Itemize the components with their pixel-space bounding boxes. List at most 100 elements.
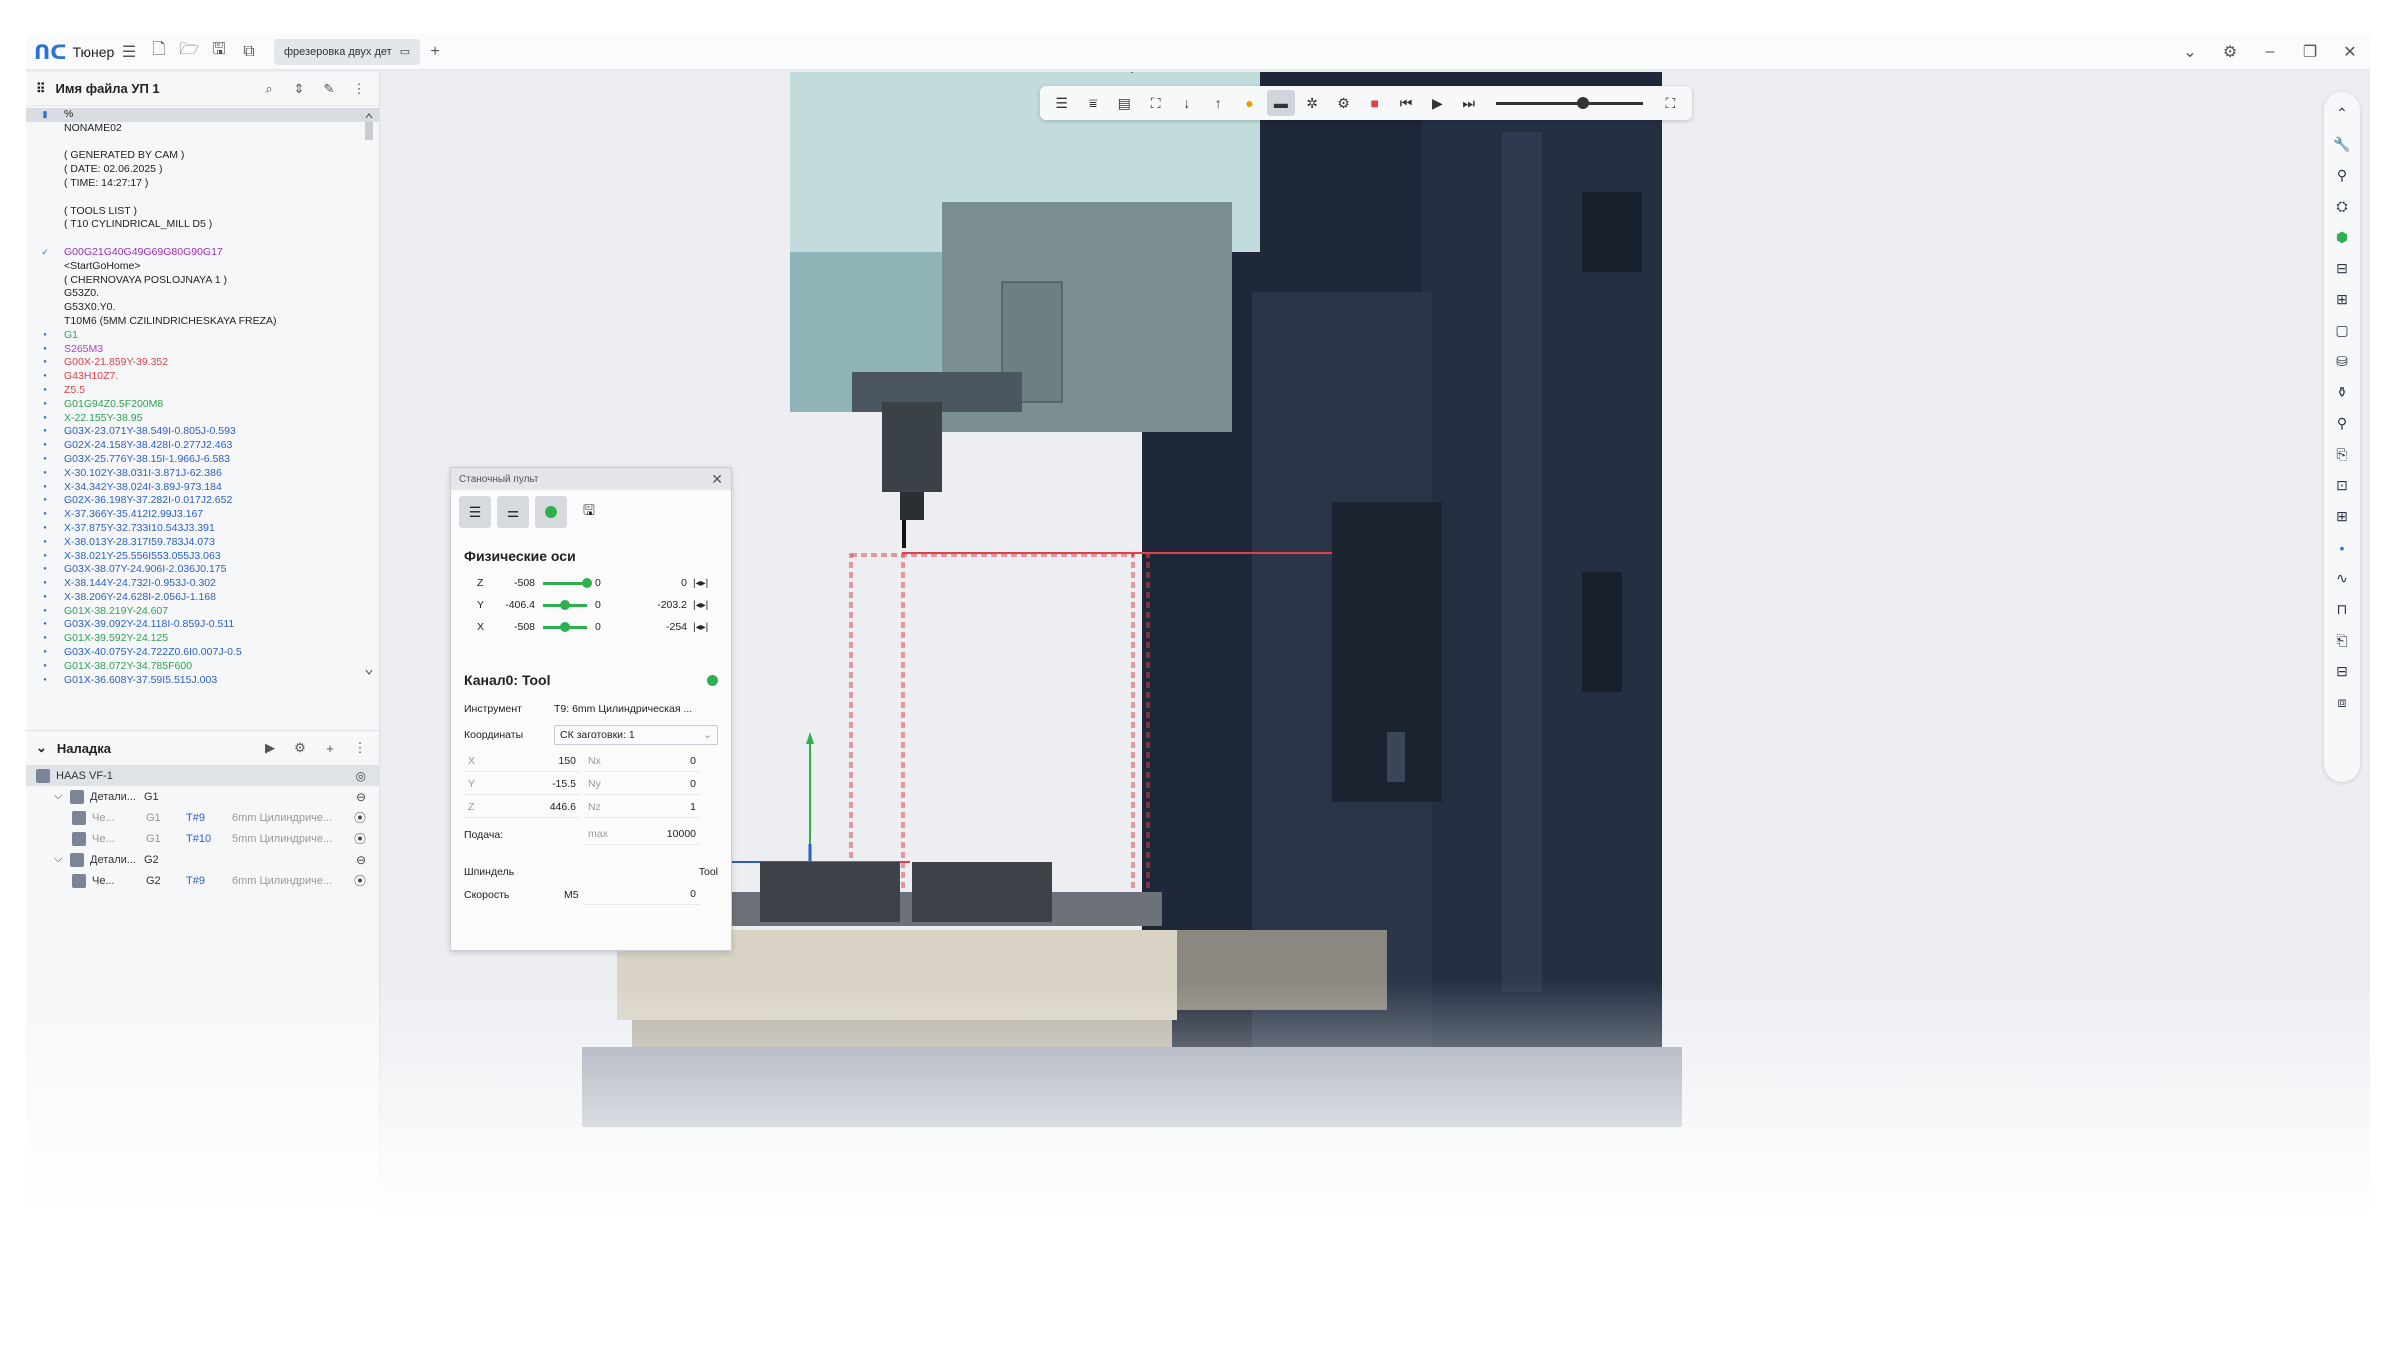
code-line[interactable]: ( TOOLS LIST )	[26, 205, 380, 219]
target-icon[interactable]: ⊖	[356, 853, 366, 867]
code-line[interactable]: ● X-34.342Y-38.024I-3.89J-973.184	[26, 481, 380, 495]
axis-slider[interactable]	[543, 599, 587, 610]
code-line[interactable]: ( GENERATED BY CAM )	[26, 149, 380, 163]
save-icon[interactable]: 🖫	[573, 496, 605, 528]
tree-row[interactable]: HAAS VF-1 ◎	[26, 765, 380, 786]
code-line[interactable]: ● G03X-38.07Y-24.906I-2.036J0.175	[26, 563, 380, 577]
nc-code-list[interactable]: ▮% NONAME02 ( GENERATED BY CAM )( DATE: 02…	[26, 108, 380, 683]
code-line[interactable]: ● Z5.5	[26, 384, 380, 398]
code-line[interactable]: ● X-38.206Y-24.628I-2.056J-1.168	[26, 591, 380, 605]
grid-icon[interactable]: ⊞	[2328, 501, 2356, 532]
settings-icon[interactable]: ⚙	[2210, 34, 2250, 70]
code-line[interactable]: ● G01X-36.608Y-37.59I5.515J.003	[26, 674, 380, 683]
code-line[interactable]: ● X-37.875Y-32.733I10.543J3.391	[26, 522, 380, 536]
slider-knob[interactable]	[1576, 96, 1589, 109]
skip-back-icon[interactable]: ⏮	[1392, 90, 1419, 116]
jog-icon[interactable]: |◂▸|	[693, 578, 708, 589]
gear-icon[interactable]: ⚙	[290, 740, 310, 756]
table-icon[interactable]: ▤	[1111, 90, 1138, 116]
code-line[interactable]: ( CHERNOVAYA POSLOJNAYA 1 )	[26, 274, 380, 288]
code-line[interactable]: ● G02X-24.158Y-38.428I-0.277J2.463	[26, 439, 380, 453]
code-line[interactable]: ( T10 CYLINDRICAL_MILL D5 )	[26, 218, 380, 232]
code-line[interactable]: ● G01G94Z0.5F200M8	[26, 398, 380, 412]
fixture-icon[interactable]: ⛭	[2328, 191, 2356, 222]
chevron-down-icon[interactable]: ⌵	[54, 790, 70, 803]
code-line[interactable]: ● X-22.155Y-38.95	[26, 412, 380, 426]
collision-icon[interactable]: ⊓	[2328, 594, 2356, 625]
chevron-down-icon[interactable]: ⌵	[54, 853, 70, 866]
holder-icon[interactable]: ⚲	[2328, 408, 2356, 439]
axis-position[interactable]: 0	[635, 577, 687, 589]
code-line[interactable]	[26, 191, 380, 205]
code-line[interactable]: ● X-37.366Y-35.412I2.99J3.167	[26, 508, 380, 522]
list-icon[interactable]: ☰	[459, 496, 491, 528]
machine-view-icon[interactable]: ▬	[1267, 90, 1295, 116]
code-line[interactable]: ● X-38.021Y-25.556I553.055J3.063	[26, 550, 380, 564]
align-icon[interactable]: ⩸	[1079, 90, 1106, 116]
frame-icon[interactable]: ▢	[2328, 315, 2356, 346]
new-file-icon[interactable]: 🗋	[144, 37, 174, 67]
code-line[interactable]	[26, 136, 380, 150]
code-line[interactable]: T10M6 (5MM CZILINDRICHESKAYA FREZA)	[26, 315, 380, 329]
code-line[interactable]: ● X-38.144Y-24.732I-0.953J-0.302	[26, 577, 380, 591]
play-icon[interactable]: ▶	[1424, 90, 1451, 116]
warning-icon[interactable]: ●	[1236, 90, 1263, 116]
more-icon[interactable]: ⋮	[350, 740, 370, 756]
step-up-icon[interactable]: ↑	[1205, 90, 1232, 116]
target-icon[interactable]: ⦿	[354, 872, 366, 889]
save-icon[interactable]: 🖫	[204, 37, 234, 67]
vise-icon[interactable]: ⊟	[2328, 253, 2356, 284]
target-icon[interactable]: ◎	[356, 769, 366, 783]
book-icon[interactable]: ⎘	[2328, 439, 2356, 470]
code-line[interactable]: ( TIME: 14:27:17 )	[26, 177, 380, 191]
minimize-icon[interactable]: –	[2250, 34, 2290, 70]
code-line[interactable]: ● G1	[26, 329, 380, 343]
code-line[interactable]: ● G02X-36.198Y-37.282I-0.017J2.652	[26, 494, 380, 508]
fullscreen-icon[interactable]: ⛶	[1657, 90, 1684, 116]
wrench-icon[interactable]: 🔧	[2328, 129, 2356, 160]
code-line[interactable]: <StartGoHome>	[26, 260, 380, 274]
zoom-icon[interactable]: ⚲	[2328, 160, 2356, 191]
export-icon[interactable]: ⧉	[234, 37, 264, 67]
code-line[interactable]: ● G00X-21.859Y-39.352	[26, 356, 380, 370]
drag-handle-icon[interactable]: ⠿	[36, 81, 46, 97]
stop-icon[interactable]: ■	[1361, 90, 1388, 116]
target-icon[interactable]: ⊖	[356, 790, 366, 804]
path-icon[interactable]: ∿	[2328, 563, 2356, 594]
step-down-icon[interactable]: ↓	[1173, 90, 1200, 116]
skip-forward-icon[interactable]: ⏭	[1455, 90, 1482, 116]
play-icon[interactable]: ▶	[260, 740, 280, 756]
code-line[interactable]: NONAME02	[26, 122, 380, 136]
axis-position[interactable]: -254	[635, 621, 687, 633]
code-line[interactable]: ✓ G00G21G40G49G69G80G90G17	[26, 246, 380, 260]
code-line[interactable]: G53X0.Y0.	[26, 301, 380, 315]
tree-row[interactable]: Че... G1 T#10 5mm Цилиндриче... ⦿	[26, 828, 380, 849]
axis-slider[interactable]	[543, 621, 587, 632]
edit-icon[interactable]: ✎	[319, 81, 339, 97]
collapse-icon[interactable]: ⌄	[36, 740, 47, 756]
open-folder-icon[interactable]: 🗁	[174, 37, 204, 67]
tree-row[interactable]: ⌵ Детали... G1 ⊖	[26, 786, 380, 807]
stock-icon[interactable]: ⬢	[2328, 222, 2356, 253]
camera-icon[interactable]: ⧈	[2328, 687, 2356, 718]
speed-slider[interactable]	[1496, 96, 1643, 109]
split-icon[interactable]: ⇕	[289, 81, 309, 97]
target-icon[interactable]: ⦿	[354, 809, 366, 826]
status-icon[interactable]	[535, 496, 567, 528]
menu-icon[interactable]: ☰	[114, 37, 144, 67]
clamp-icon[interactable]: ⊞	[2328, 284, 2356, 315]
code-line[interactable]: ● X-38.013Y-28.317I59.783J4.073	[26, 536, 380, 550]
close-icon[interactable]: ✕	[711, 471, 723, 488]
slider-knob[interactable]	[582, 577, 592, 588]
code-line[interactable]: ● G03X-39.092Y-24.118I-0.859J-0.511	[26, 618, 380, 632]
part-icon[interactable]: ⛁	[2328, 346, 2356, 377]
report-icon[interactable]: ⊡	[2328, 470, 2356, 501]
slider-knob[interactable]	[560, 599, 570, 610]
tree-row[interactable]: Че... G1 T#9 6mm Цилиндриче... ⦿	[26, 807, 380, 828]
point-icon[interactable]: •	[2328, 532, 2356, 563]
code-line[interactable]: ● G03X-40.075Y-24.722Z0.6I0.007J-0.5	[26, 646, 380, 660]
tab-project[interactable]: фрезеровка двух дет ▭	[274, 38, 421, 65]
list-icon[interactable]: ☰	[1048, 90, 1075, 116]
restore-icon[interactable]: ❐	[2290, 34, 2330, 70]
tool-icon[interactable]: ⚱	[2328, 377, 2356, 408]
